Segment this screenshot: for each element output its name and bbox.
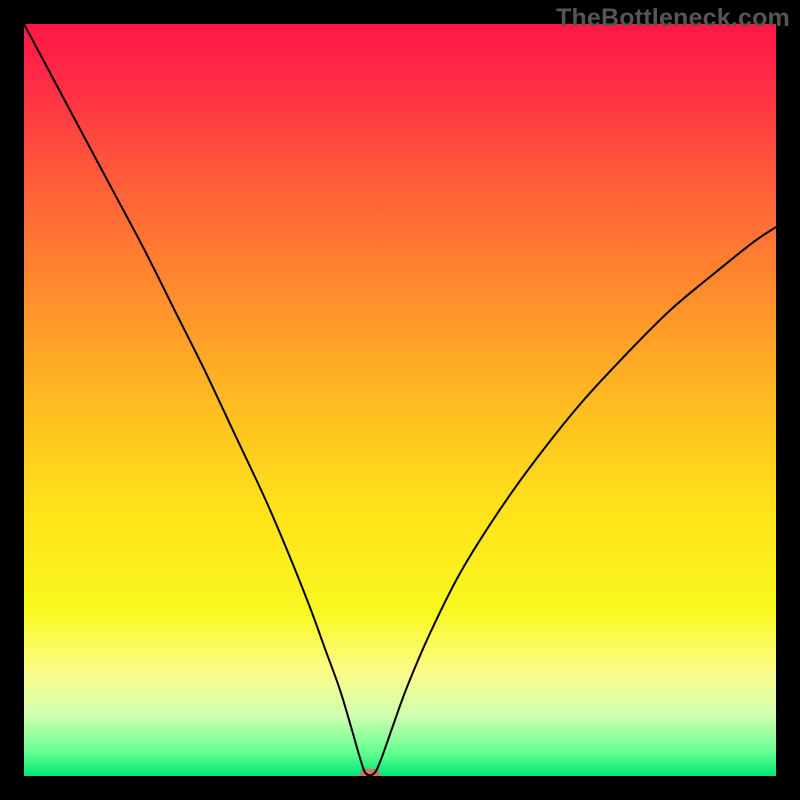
watermark-text: TheBottleneck.com [556,4,790,33]
chart-container: TheBottleneck.com [0,0,800,800]
plot-area [24,24,776,776]
plot-background [24,24,776,776]
